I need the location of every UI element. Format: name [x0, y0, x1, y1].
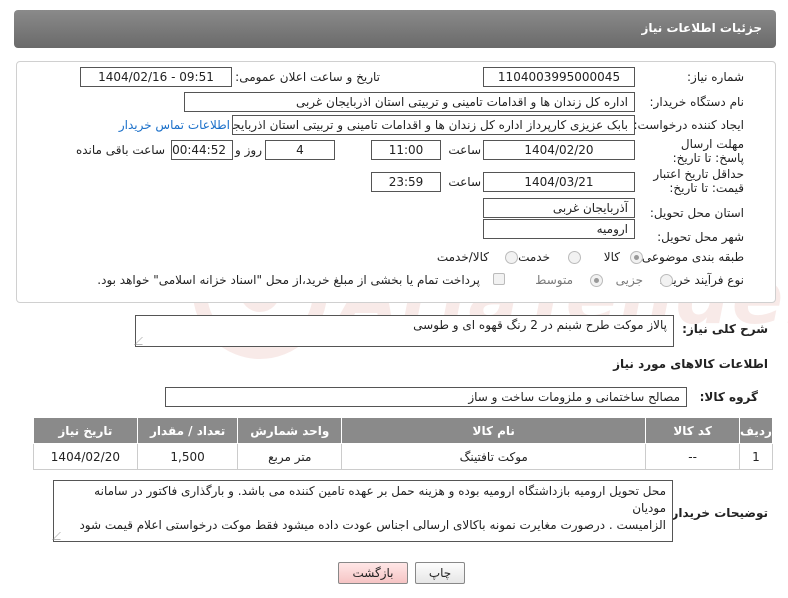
table-row[interactable]: 1 -- موکت تافتینگ متر مربع 1,500 1404/02… [33, 443, 774, 470]
announce-datetime-label: تاریخ و ساعت اعلان عمومی: [235, 70, 380, 84]
need-number-field[interactable]: 1104003995000045 [483, 67, 635, 87]
requester-label: ایجاد کننده درخواست: [633, 118, 744, 132]
cell-date: 1404/02/20 [33, 443, 138, 470]
category-label: طبقه بندی موضوعی: [637, 250, 744, 264]
description-textarea: پالاز موکت طرح شبنم در 2 رنگ قهوه ای و ط… [134, 315, 674, 347]
price-validity-time-field[interactable]: 23:59 [371, 172, 441, 192]
print-button[interactable]: چاپ [415, 562, 465, 584]
requester-field[interactable]: بابک عزیزی کارپرداز اداره کل زندان ها و … [232, 115, 635, 135]
buyer-notes-label: توضیحات خریدار: [666, 506, 768, 520]
remaining-time-field: 00:44:52 [171, 140, 233, 160]
goods-group-field[interactable]: مصالح ساختمانی و ملزومات ساخت و ساز [165, 387, 687, 407]
header-bar: جزئیات اطلاعات نیاز [14, 10, 776, 48]
reply-time-field[interactable]: 11:00 [371, 140, 441, 160]
remaining-days-field: 4 [265, 140, 335, 160]
category-option-goods: کالا [603, 250, 620, 264]
delivery-province-label: استان محل تحویل: [649, 206, 744, 220]
buyer-contact-link[interactable]: اطلاعات تماس خریدار [119, 118, 230, 132]
buyer-notes-line-1: محل تحویل ارومیه بازداشتگاه ارومیه بوده … [94, 484, 666, 515]
category-radio-goods-service[interactable] [505, 251, 518, 264]
reply-date-field[interactable]: 1404/02/20 [483, 140, 635, 160]
goods-info-title: اطلاعات کالاهای مورد نیاز [613, 357, 768, 371]
price-validity-date-field[interactable]: 1404/03/21 [483, 172, 635, 192]
resize-grip-icon [52, 532, 68, 540]
purchase-option-partial: جزیی [615, 273, 643, 287]
cell-unit: متر مربع [237, 443, 343, 470]
goods-table: ردیف کد کالا نام کالا واحد شمارش تعداد /… [33, 417, 774, 470]
description-text: پالاز موکت طرح شبنم در 2 رنگ قهوه ای و ط… [413, 318, 667, 332]
col-header-index: ردیف [738, 417, 774, 444]
cell-code: -- [645, 443, 740, 470]
goods-table-header: ردیف کد کالا نام کالا واحد شمارش تعداد /… [33, 417, 774, 444]
days-label: روز و [235, 143, 262, 157]
col-header-name: نام کالا [341, 417, 647, 444]
cell-name: موکت تافتینگ [341, 443, 647, 470]
reply-time-label: ساعت [448, 143, 481, 157]
purchase-radio-medium[interactable] [590, 274, 603, 287]
delivery-province-field[interactable]: آذربایجان غربی [483, 198, 635, 218]
delivery-city-label: شهر محل تحویل: [657, 230, 744, 244]
reply-deadline-label: مهلت ارسال پاسخ: تا تاریخ: [672, 137, 744, 165]
cell-qty: 1,500 [136, 443, 239, 470]
description-label: شرح کلی نیاز: [682, 322, 768, 336]
goods-group-label: گروه کالا: [699, 390, 758, 404]
treasury-payment-checkbox[interactable] [493, 273, 505, 285]
announce-datetime-field[interactable]: 1404/02/16 - 09:51 [80, 67, 232, 87]
buyer-notes-line-2: الزامیست . درصورت مغایرت نمونه باکالای ا… [79, 518, 666, 532]
buyer-org-label: نام دستگاه خریدار: [649, 95, 745, 109]
purchase-option-medium: متوسط [535, 273, 573, 287]
remaining-time-label: ساعت باقی مانده [75, 143, 165, 157]
buyer-notes-textarea: محل تحویل ارومیه بازداشتگاه ارومیه بوده … [52, 480, 673, 542]
price-validity-label: حداقل تاریخ اعتبار قیمت: تا تاریخ: [653, 167, 744, 195]
col-header-code: کد کالا [645, 417, 740, 444]
purchase-radio-partial[interactable] [660, 274, 673, 287]
treasury-payment-note: پرداخت تمام یا بخشی از مبلغ خرید،از محل … [97, 273, 480, 287]
price-validity-time-label: ساعت [448, 175, 481, 189]
category-option-service: خدمت [518, 250, 550, 264]
category-radio-service[interactable] [568, 251, 581, 264]
buyer-org-field[interactable]: اداره کل زندان ها و اقدامات تامینی و ترب… [184, 92, 635, 112]
col-header-qty: تعداد / مقدار [136, 417, 239, 444]
cell-index: 1 [738, 443, 774, 470]
category-option-goods-service: کالا/خدمت [436, 250, 489, 264]
col-header-unit: واحد شمارش [237, 417, 343, 444]
back-button[interactable]: بازگشت [338, 562, 408, 584]
need-number-label: شماره نیاز: [687, 70, 744, 84]
page-title: جزئیات اطلاعات نیاز [641, 21, 762, 35]
resize-grip-icon [134, 337, 150, 345]
delivery-city-field[interactable]: ارومیه [483, 219, 635, 239]
category-radio-goods[interactable] [630, 251, 643, 264]
col-header-date: تاریخ نیاز [33, 417, 138, 444]
